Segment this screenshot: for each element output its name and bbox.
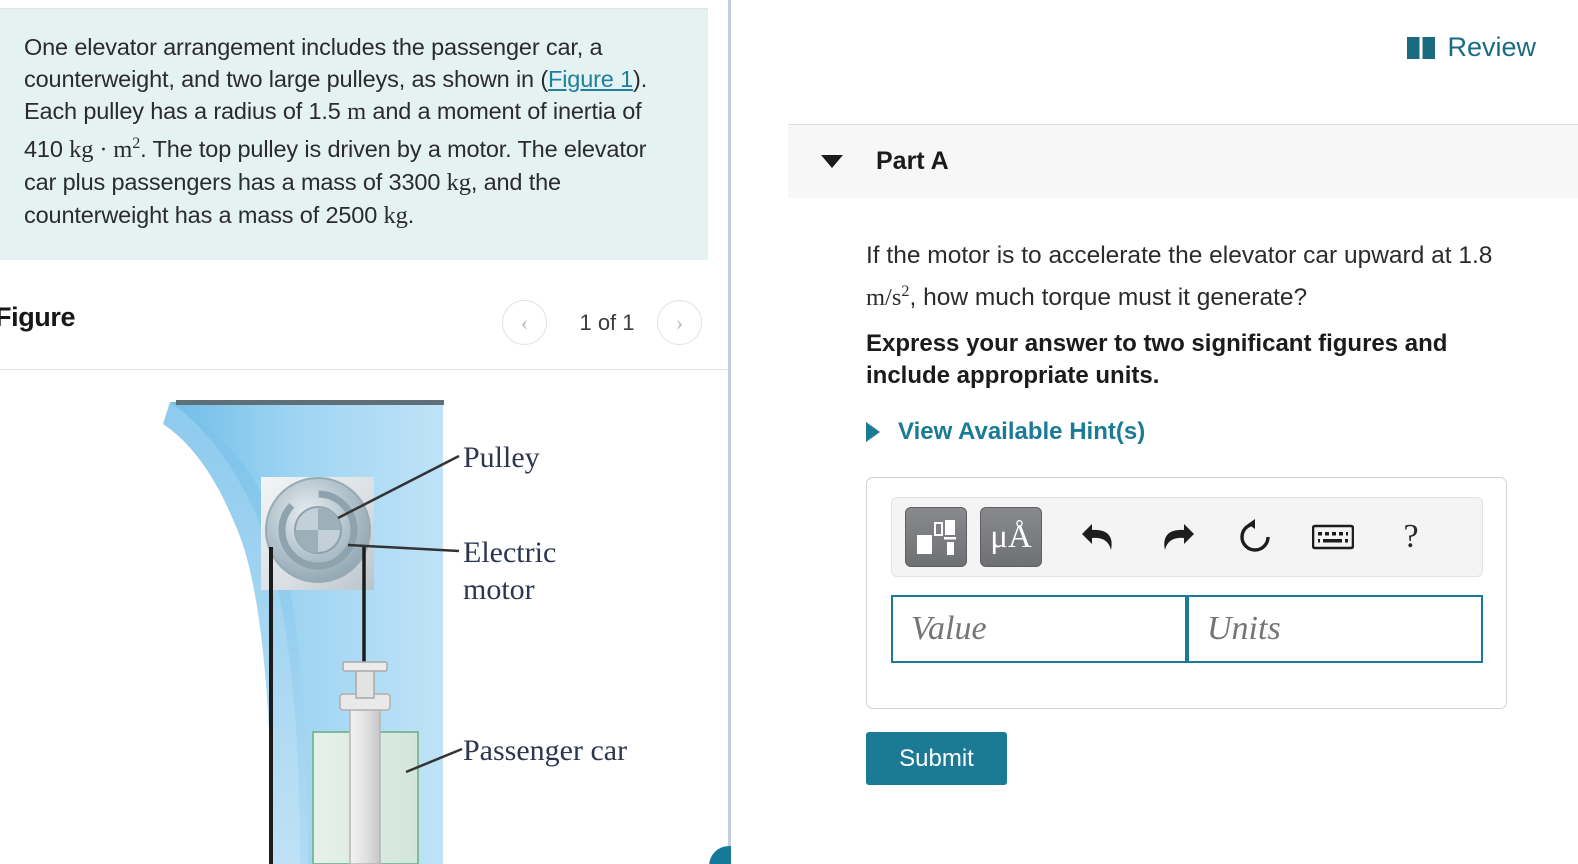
car-hanger-stem (355, 667, 375, 699)
answer-toolbar: μÅ ? (891, 497, 1483, 577)
left-pane: One elevator arrangement includes the pa… (0, 0, 728, 864)
problem-text: One elevator arrangement includes the pa… (24, 31, 682, 232)
math-template-glyph (917, 520, 956, 555)
reset-glyph (1240, 519, 1270, 552)
review-label: Review (1447, 32, 1536, 62)
figure-prev-button[interactable]: ‹ (502, 300, 547, 345)
problem-text-1: One elevator arrangement includes the pa… (24, 34, 603, 92)
keyboard-glyph (1312, 524, 1354, 550)
right-pane: Review Part A If the motor is to acceler… (731, 0, 1578, 864)
undo-glyph (1082, 524, 1112, 550)
problem-text-6: . (407, 202, 415, 229)
question-text-tail: , how much torque must it generate? (909, 284, 1308, 312)
question-unit: m/s2 (866, 283, 909, 312)
figure-counter: 1 of 1 (579, 310, 635, 335)
question-unit-base: m/s (866, 284, 902, 312)
question-text: If the motor is to accelerate the elevat… (866, 238, 1546, 316)
figure-illustration: Pulley Electric motor Passenger car (0, 372, 728, 864)
help-question-icon[interactable]: ? (1380, 507, 1442, 567)
label-passenger-car: Passenger car (463, 734, 627, 767)
value-input[interactable] (891, 595, 1187, 663)
redo-glyph (1164, 524, 1194, 550)
unit-kgm2-base: kg · m (69, 136, 133, 164)
unit-kg-car: kg (446, 169, 471, 197)
figure-1-link[interactable]: Figure 1 (548, 66, 633, 92)
undo-arrow-icon[interactable] (1068, 507, 1130, 567)
shaft-top-edge (176, 400, 444, 405)
view-hints-label: View Available Hint(s) (898, 418, 1146, 445)
unit-kg-counterweight: kg (383, 202, 408, 230)
chevron-down-icon[interactable] (821, 155, 843, 168)
elevator-diagram-svg: Pulley Electric motor Passenger car (163, 400, 627, 864)
view-hints-button[interactable]: View Available Hint(s) (866, 418, 1145, 446)
label-pulley: Pulley (463, 441, 540, 474)
part-a-title: Part A (876, 147, 949, 175)
open-book-icon (1407, 36, 1436, 59)
page-root: One elevator arrangement includes the pa… (0, 0, 1578, 864)
figure-title: Figure (0, 302, 76, 332)
car-hanger-top (342, 661, 388, 672)
greek-symbols-label: μÅ (990, 518, 1032, 555)
problem-statement: One elevator arrangement includes the pa… (0, 8, 708, 260)
review-button[interactable]: Review (1407, 32, 1536, 63)
unit-kg-m-squared: kg · m2 (69, 135, 141, 164)
math-template-icon[interactable] (905, 507, 967, 567)
greek-symbols-button[interactable]: μÅ (980, 507, 1042, 567)
label-motor: motor (463, 573, 535, 606)
answer-entry-box: μÅ ? Value Units (866, 477, 1507, 709)
figure-link-label: Figure 1 (548, 66, 634, 92)
figure-header: Figure ‹ 1 of 1 › (0, 286, 728, 370)
part-a-header[interactable]: Part A (788, 124, 1578, 198)
unit-meter: m (347, 98, 367, 125)
keyboard-icon[interactable] (1302, 507, 1364, 567)
instruction-text: Express your answer to two significant f… (866, 330, 1448, 389)
redo-arrow-icon[interactable] (1146, 507, 1208, 567)
label-electric: Electric (463, 536, 556, 569)
car-hanger-post (349, 706, 381, 864)
units-input[interactable] (1187, 595, 1483, 663)
question-text-main: If the motor is to accelerate the elevat… (866, 242, 1493, 269)
reset-circular-arrow-icon[interactable] (1224, 507, 1286, 567)
submit-button[interactable]: Submit (866, 732, 1007, 785)
figure-next-button[interactable]: › (657, 300, 702, 345)
chevron-right-icon (866, 422, 880, 442)
unit-kgm2-exponent: 2 (132, 135, 141, 152)
